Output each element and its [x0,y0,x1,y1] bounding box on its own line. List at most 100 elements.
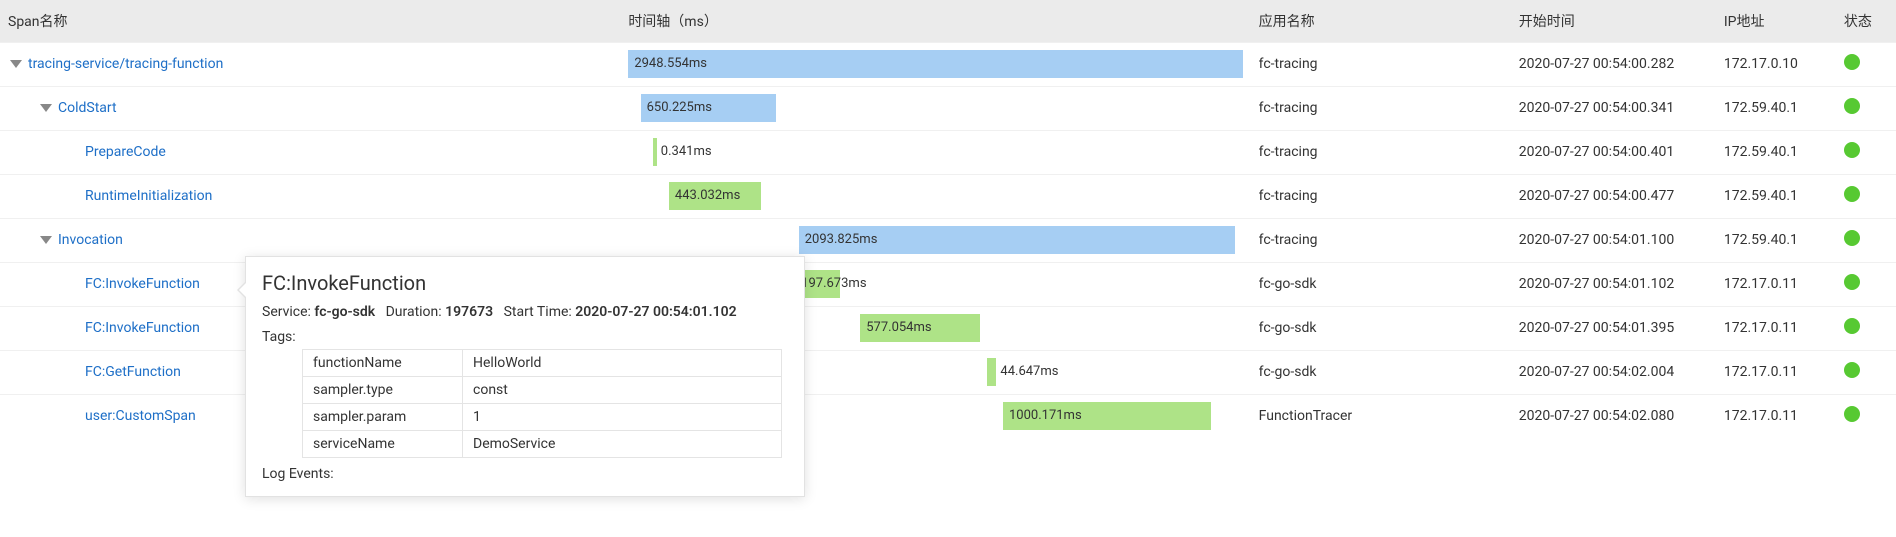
ip-cell: 172.17.0.11 [1716,262,1836,306]
tooltip-tag-key: sampler.type [303,377,463,404]
table-header-row: Span名称 时间轴（ms） 应用名称 开始时间 IP地址 状态 [0,0,1896,42]
status-cell [1836,306,1896,350]
span-link[interactable]: FC:GetFunction [85,364,181,380]
bar-duration-label: 1000.171ms [1009,402,1082,430]
span-link[interactable]: user:CustomSpan [85,408,196,424]
tooltip-start-label: Start Time: [504,304,576,320]
tooltip-tag-row: sampler.typeconst [303,377,782,404]
table-row: ColdStart 650.225ms fc-tracing2020-07-27 0… [0,86,1896,130]
ip-cell: 172.17.0.10 [1716,42,1836,86]
start-time-cell: 2020-07-27 00:54:00.341 [1511,86,1716,130]
tooltip-service-value: fc-go-sdk [314,304,375,320]
timeline-bar[interactable]: 197.673ms [799,270,840,298]
timeline-bar[interactable]: 0.341ms [653,138,657,166]
bar-duration-label: 44.647ms [996,358,1058,386]
start-time-cell: 2020-07-27 00:54:02.004 [1511,350,1716,394]
tooltip-tag-key: functionName [303,350,463,377]
span-link[interactable]: PrepareCode [85,144,166,160]
status-cell [1836,350,1896,394]
tooltip-tags-label: Tags: [262,329,788,345]
app-name-cell: fc-tracing [1251,42,1511,86]
start-time-cell: 2020-07-27 00:54:01.100 [1511,218,1716,262]
status-ok-icon [1844,54,1860,70]
app-name-cell: fc-go-sdk [1251,262,1511,306]
ip-cell: 172.17.0.11 [1716,306,1836,350]
span-name-cell: ColdStart [0,86,620,130]
chevron-down-icon[interactable] [40,236,52,244]
tooltip-tag-row: sampler.param1 [303,404,782,431]
status-cell [1836,42,1896,86]
timeline-bar[interactable]: 443.032ms [669,182,761,210]
span-link[interactable]: ColdStart [58,100,117,116]
app-name-cell: fc-tracing [1251,174,1511,218]
status-cell [1836,262,1896,306]
app-name-cell: fc-go-sdk [1251,306,1511,350]
app-name-cell: fc-go-sdk [1251,350,1511,394]
timeline-bar[interactable]: 577.054ms [860,314,980,342]
status-ok-icon [1844,230,1860,246]
timeline-bar[interactable]: 2093.825ms [799,226,1235,254]
timeline-cell: 443.032ms [620,174,1250,218]
span-link[interactable]: Invocation [58,232,123,248]
tooltip-title: FC:InvokeFunction [262,271,788,295]
timeline-bar[interactable]: 1000.171ms [1003,402,1211,430]
tooltip-tag-table: functionNameHelloWorldsampler.typeconsts… [302,349,782,458]
span-link[interactable]: RuntimeInitialization [85,188,212,204]
tooltip-start-value: 2020-07-27 00:54:01.102 [575,304,736,320]
timeline-cell: 2948.554ms [620,42,1250,86]
tooltip-duration-label: Duration: [386,304,446,320]
bar-duration-label: 0.341ms [657,138,712,166]
chevron-down-icon[interactable] [40,104,52,112]
app-name-cell: fc-tracing [1251,218,1511,262]
timeline-bar[interactable]: 650.225ms [641,94,776,122]
status-ok-icon [1844,318,1860,334]
ip-cell: 172.59.40.1 [1716,218,1836,262]
timeline-cell: 0.341ms [620,130,1250,174]
chevron-down-icon[interactable] [10,60,22,68]
span-link[interactable]: FC:InvokeFunction [85,320,200,336]
ip-cell: 172.59.40.1 [1716,174,1836,218]
status-cell [1836,174,1896,218]
ip-cell: 172.17.0.11 [1716,350,1836,394]
tooltip-tag-key: serviceName [303,431,463,458]
app-name-cell: FunctionTracer [1251,394,1511,438]
tooltip-tag-value: DemoService [463,431,782,458]
bar-duration-label: 2093.825ms [805,226,878,254]
status-cell [1836,218,1896,262]
timeline-bar[interactable]: 44.647ms [987,358,996,386]
bar-duration-label: 2948.554ms [634,50,707,78]
tooltip-tag-row: functionNameHelloWorld [303,350,782,377]
span-link[interactable]: FC:InvokeFunction [85,276,200,292]
col-header-timeline: 时间轴（ms） [620,0,1250,42]
status-ok-icon [1844,98,1860,114]
ip-cell: 172.59.40.1 [1716,130,1836,174]
span-tooltip: FC:InvokeFunction Service: fc-go-sdk Dur… [245,256,805,497]
start-time-cell: 2020-07-27 00:54:02.080 [1511,394,1716,438]
app-name-cell: fc-tracing [1251,86,1511,130]
table-row: RuntimeInitialization 443.032ms fc-tracing… [0,174,1896,218]
col-header-ip: IP地址 [1716,0,1836,42]
tooltip-duration-value: 197673 [445,304,493,320]
span-name-cell: PrepareCode [0,130,620,174]
bar-duration-label: 197.673ms [801,270,866,298]
table-row: PrepareCode0.341msfc-tracing2020-07-27 0… [0,130,1896,174]
start-time-cell: 2020-07-27 00:54:00.401 [1511,130,1716,174]
status-cell [1836,130,1896,174]
tooltip-meta: Service: fc-go-sdk Duration: 197673 Star… [262,301,788,323]
tooltip-tag-value: 1 [463,404,782,431]
ip-cell: 172.59.40.1 [1716,86,1836,130]
tooltip-tag-value: HelloWorld [463,350,782,377]
table-row: tracing-service/tracing-function 2948.554… [0,42,1896,86]
bar-duration-label: 443.032ms [675,182,740,210]
status-ok-icon [1844,274,1860,290]
timeline-bar[interactable]: 2948.554ms [628,50,1242,78]
ip-cell: 172.17.0.11 [1716,394,1836,438]
col-header-app: 应用名称 [1251,0,1511,42]
status-ok-icon [1844,142,1860,158]
start-time-cell: 2020-07-27 00:54:00.477 [1511,174,1716,218]
bar-duration-label: 650.225ms [647,94,712,122]
status-ok-icon [1844,406,1860,422]
span-link[interactable]: tracing-service/tracing-function [28,56,223,72]
bar-duration-label: 577.054ms [866,314,931,342]
status-ok-icon [1844,362,1860,378]
